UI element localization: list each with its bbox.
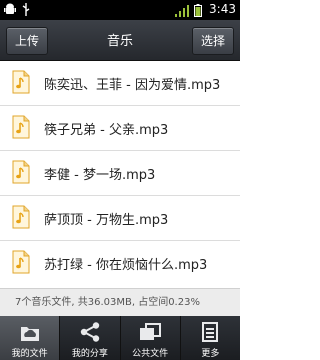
status-time: 3:43: [209, 2, 236, 16]
file-row[interactable]: 萨顶顶 - 万物生.mp3: [0, 196, 240, 241]
tab-my-files[interactable]: 我的文件: [0, 316, 61, 360]
tab-public-files[interactable]: 公共文件: [121, 316, 181, 360]
upload-button[interactable]: 上传: [6, 27, 48, 55]
file-name: 李健 - 梦一场.mp3: [44, 168, 156, 183]
cloud-folder-icon: [20, 327, 39, 341]
file-name: 陈奕迅、王菲 - 因为爱情.mp3: [44, 78, 221, 93]
bottom-nav: 我的文件 我的分享 公共文件 更多: [0, 316, 240, 360]
select-button[interactable]: 选择: [192, 27, 234, 55]
page-title: 音乐: [106, 34, 133, 49]
file-row[interactable]: 李健 - 梦一场.mp3: [0, 151, 240, 196]
tab-label: 我的分享: [71, 349, 108, 359]
music-file-icon: [12, 250, 30, 274]
music-file-icon: [12, 205, 30, 229]
file-row[interactable]: 苏打绿 - 你在烦恼什么.mp3: [0, 241, 240, 284]
music-file-icon: [12, 70, 30, 94]
music-file-icon: [12, 160, 30, 184]
file-name: 苏打绿 - 你在烦恼什么.mp3: [44, 258, 208, 273]
header-bar: 上传 音乐 选择: [0, 20, 240, 61]
more-icon: [202, 322, 219, 342]
file-row[interactable]: 筷子兄弟 - 父亲.mp3: [0, 106, 240, 151]
usb-icon: [22, 3, 30, 16]
file-name: 筷子兄弟 - 父亲.mp3: [44, 123, 169, 138]
tab-label: 我的文件: [11, 349, 48, 359]
share-icon: [80, 322, 100, 342]
android-debug-icon: [4, 3, 16, 14]
status-bar: 3:43: [0, 0, 240, 20]
file-row[interactable]: 陈奕迅、王菲 - 因为爱情.mp3: [0, 61, 240, 106]
tab-more[interactable]: 更多: [181, 316, 240, 360]
music-file-icon: [12, 115, 30, 139]
storage-summary: 7个音乐文件, 共36.03MB, 占空间0.23%: [0, 288, 240, 316]
tab-label: 更多: [201, 349, 220, 359]
tab-label: 公共文件: [132, 349, 169, 359]
signal-icon: [175, 5, 189, 17]
file-list: 陈奕迅、王菲 - 因为爱情.mp3 筷子兄弟 - 父亲.mp3 李健 - 梦一场…: [0, 61, 240, 284]
tab-my-shares[interactable]: 我的分享: [60, 316, 121, 360]
public-files-icon: [140, 323, 162, 340]
file-name: 萨顶顶 - 万物生.mp3: [44, 213, 169, 228]
battery-icon: [194, 4, 202, 17]
